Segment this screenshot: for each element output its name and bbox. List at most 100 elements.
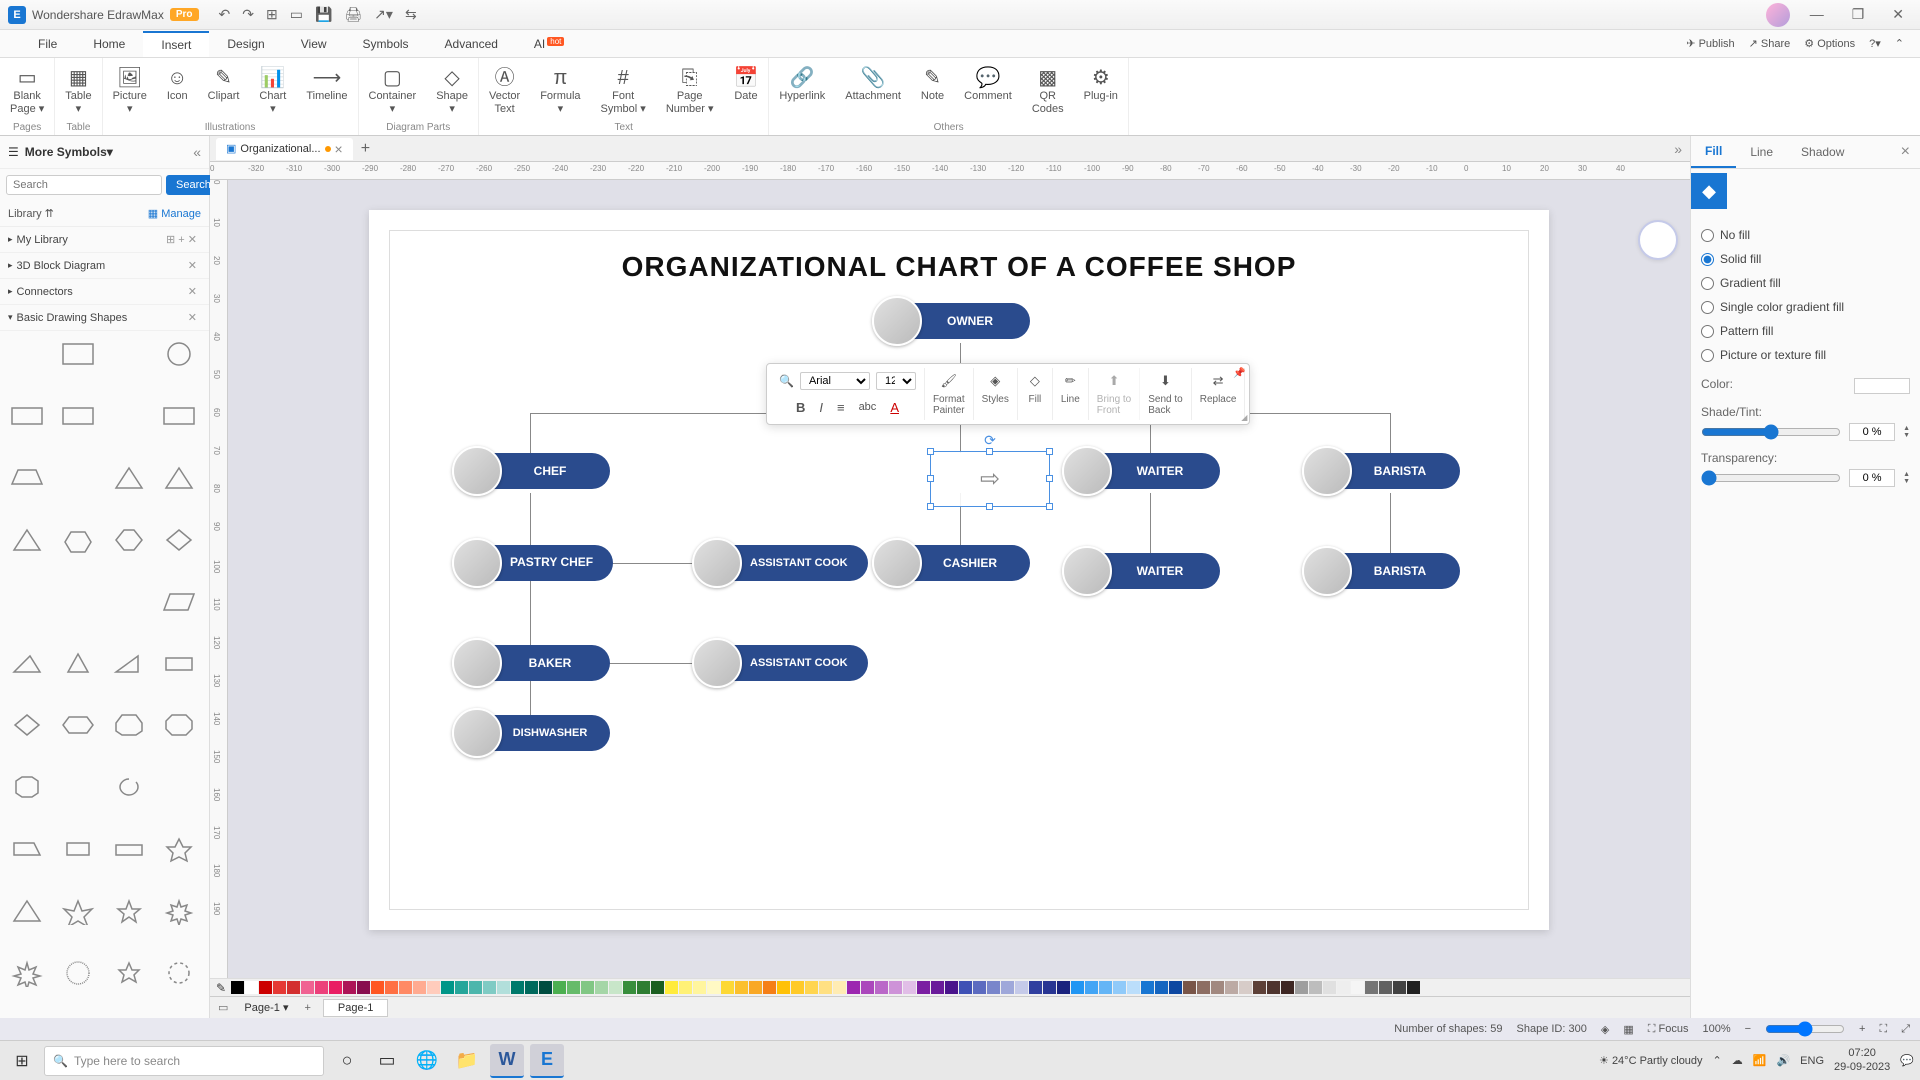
color-swatch[interactable] [1141,981,1154,994]
user-avatar[interactable] [1766,3,1790,27]
more-button[interactable]: ⇆ [405,6,417,23]
color-swatch[interactable] [987,981,1000,994]
cat-my-library[interactable]: ▸My Library⊞ + ✕ [0,227,209,253]
navigator-widget[interactable] [1638,220,1678,260]
size-select[interactable]: 12 [876,372,916,390]
trans-down[interactable]: ▼ [1903,478,1910,485]
tab-shadow[interactable]: Shadow [1787,137,1858,167]
node-chef[interactable]: CHEF [470,453,610,489]
color-swatch[interactable] [1085,981,1098,994]
node-pastry[interactable]: PASTRY CHEF [470,545,613,581]
shape-39[interactable] [160,896,198,926]
color-swatch[interactable] [301,981,314,994]
ribbon-icon[interactable]: ☺Icon [157,62,198,120]
shape-18[interactable] [110,587,148,617]
menu-view[interactable]: View [283,32,345,56]
panel-collapse-button[interactable]: « [193,144,201,160]
shape-13[interactable] [59,525,97,555]
color-swatch[interactable] [343,981,356,994]
color-swatch[interactable] [917,981,930,994]
shape-34[interactable] [110,834,148,864]
color-swatch[interactable] [875,981,888,994]
color-swatch[interactable] [525,981,538,994]
color-swatch[interactable] [637,981,650,994]
color-swatch[interactable] [679,981,692,994]
shape-9[interactable] [59,463,97,493]
color-swatch[interactable] [1253,981,1266,994]
clock[interactable]: 07:2029-09-2023 [1834,1047,1890,1073]
color-swatch[interactable] [497,981,510,994]
shape-21[interactable] [59,649,97,679]
tab-line[interactable]: Line [1736,137,1787,167]
ribbon-plugin[interactable]: ⚙Plug-in [1074,62,1128,120]
color-swatch[interactable] [399,981,412,994]
fill-opt-no-fill[interactable]: No fill [1701,223,1910,247]
share-button[interactable]: ↗ Share [1749,37,1791,50]
node-barista1[interactable]: BARISTA [1320,453,1460,489]
line-icon[interactable]: ✏ [1061,371,1080,391]
ribbon-comment[interactable]: 💬Comment [954,62,1022,120]
tray-chevron-icon[interactable]: ⌃ [1713,1054,1722,1067]
explorer-icon[interactable]: 📁 [450,1044,484,1078]
redo-button[interactable]: ↷ [242,6,254,23]
shape-42[interactable] [110,958,148,988]
shape-31[interactable] [160,772,198,802]
right-panel-toggle[interactable]: » [1674,141,1682,157]
ribbon-container[interactable]: ▢Container ▾ [359,62,427,120]
ribbon-timeline[interactable]: ⟶Timeline [296,62,357,120]
ribbon-note[interactable]: ✎Note [911,62,954,120]
shape-7[interactable] [160,401,198,431]
tab-fill[interactable]: Fill [1691,136,1736,168]
shape-5[interactable] [59,401,97,431]
shape-3[interactable] [160,339,198,369]
color-swatch[interactable] [1281,981,1294,994]
shape-8[interactable] [8,463,46,493]
fill-opt-single-color-gradient-fill[interactable]: Single color gradient fill [1701,295,1910,319]
color-swatch[interactable] [1211,981,1224,994]
selected-shape[interactable]: ⟳ ⇨ [930,451,1050,507]
color-swatch[interactable] [273,981,286,994]
shape-24[interactable] [8,710,46,740]
menu-insert[interactable]: Insert [143,31,209,57]
color-swatch[interactable] [889,981,902,994]
color-swatch[interactable] [245,981,258,994]
color-swatch[interactable] [1323,981,1336,994]
new-button[interactable]: ⊞ [266,6,278,23]
color-swatch[interactable] [1099,981,1112,994]
color-swatch[interactable] [777,981,790,994]
onedrive-icon[interactable]: ☁ [1732,1054,1743,1067]
ribbon-qr[interactable]: ▩QR Codes [1022,62,1074,120]
ribbon-formula[interactable]: πFormula ▾ [530,62,590,120]
fill-opt-solid-fill[interactable]: Solid fill [1701,247,1910,271]
add-page-button[interactable]: + [296,1002,318,1014]
shape-43[interactable] [160,958,198,988]
color-swatch[interactable] [385,981,398,994]
shape-40[interactable] [8,958,46,988]
color-swatch[interactable] [441,981,454,994]
save-button[interactable]: 💾 [315,6,332,23]
color-swatch[interactable] [791,981,804,994]
rotate-handle-icon[interactable]: ⟳ [984,432,996,449]
format-painter-icon[interactable]: 🖌 [937,371,962,391]
shade-input[interactable] [1849,423,1895,441]
color-swatch[interactable] [413,981,426,994]
shape-15[interactable] [160,525,198,555]
color-swatch[interactable] [427,981,440,994]
search-icon[interactable]: 🔍 [779,374,794,388]
close-button[interactable]: ✕ [1884,2,1912,27]
color-swatch[interactable] [357,981,370,994]
maximize-button[interactable]: ❐ [1844,2,1873,27]
color-swatch[interactable] [1337,981,1350,994]
color-swatch[interactable] [749,981,762,994]
close-panel-button[interactable]: × [1891,137,1920,167]
color-swatch[interactable] [735,981,748,994]
align-button[interactable]: ≡ [833,398,849,417]
color-swatch[interactable] [623,981,636,994]
color-swatch[interactable] [1239,981,1252,994]
ribbon-vector[interactable]: ⒶVector Text [479,62,530,120]
shape-1[interactable] [59,339,97,369]
color-swatch[interactable] [1029,981,1042,994]
node-asst2[interactable]: ASSISTANT COOK [710,645,868,681]
color-swatch[interactable] [1127,981,1140,994]
shade-slider[interactable] [1701,424,1841,440]
